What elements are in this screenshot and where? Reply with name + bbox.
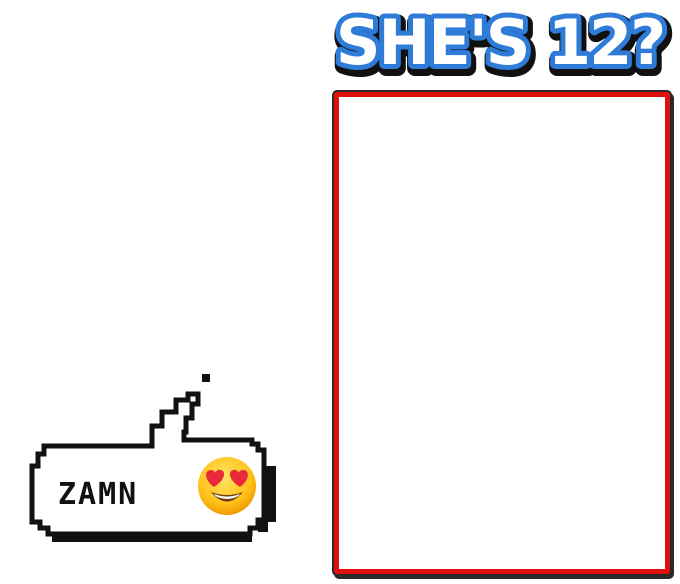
bubble-shadow-corner xyxy=(258,522,268,532)
bubble-shadow-right xyxy=(266,466,276,522)
image-placeholder-frame xyxy=(334,92,670,574)
heart-eyes-emoji-icon xyxy=(196,455,258,517)
bubble-tail-pixel xyxy=(202,374,210,382)
title-text: SHE'S 12? xyxy=(336,6,664,79)
bubble-shadow-bottom xyxy=(52,536,252,542)
bubble-text: ZAMN xyxy=(58,477,139,512)
meme-title: SHE'S 12? SHE'S 12? SHE'S 12? xyxy=(328,0,680,90)
